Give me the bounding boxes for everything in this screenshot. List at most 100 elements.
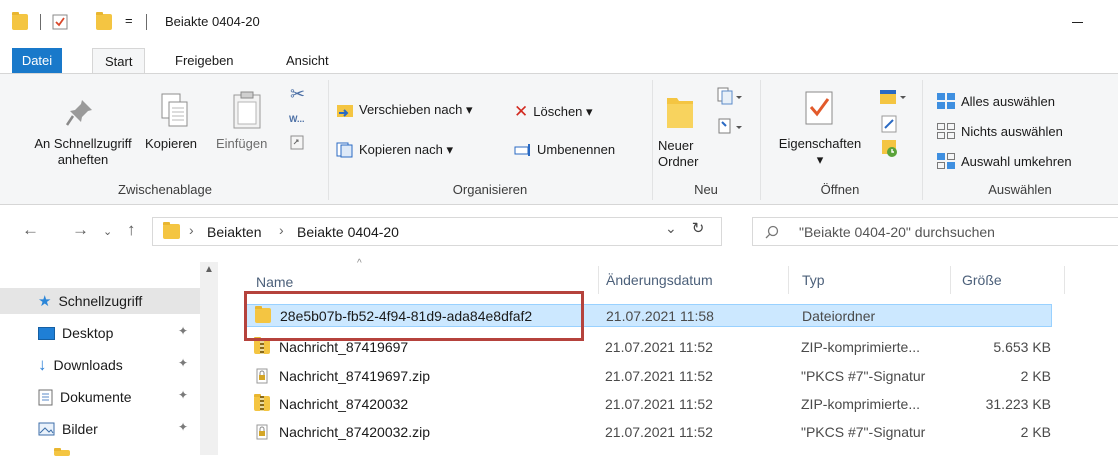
properties-check-icon[interactable]: [52, 14, 68, 30]
edit-icon[interactable]: [880, 114, 898, 134]
file-name: Nachricht_87419697: [279, 339, 409, 355]
file-size: 2 KB: [1020, 368, 1051, 384]
tab-start[interactable]: Start: [92, 48, 146, 75]
address-dropdown-icon[interactable]: ⌄: [665, 220, 677, 237]
column-divider[interactable]: [788, 266, 789, 294]
column-header-type[interactable]: Typ: [802, 272, 825, 288]
file-type: ZIP-komprimierte...: [801, 339, 921, 355]
nav-label: Schnellzugriff: [58, 293, 143, 309]
sort-indicator-icon: ^: [357, 258, 362, 269]
history-icon[interactable]: [880, 138, 898, 158]
forward-arrow-icon[interactable]: →: [72, 220, 89, 240]
file-date: 21.07.2021 11:52: [605, 396, 713, 412]
file-type: ZIP-komprimierte...: [801, 396, 921, 412]
select-none-button[interactable]: Nichts auswählen: [936, 122, 1063, 140]
file-type: "PKCS #7"-Signatur: [801, 368, 926, 384]
zipper: [260, 339, 264, 354]
breadcrumb-separator[interactable]: ›: [279, 222, 284, 238]
copy-folder-icon: [336, 142, 353, 158]
nav-item-documents[interactable]: Dokumente: [38, 386, 132, 408]
tab-view[interactable]: Ansicht: [274, 48, 341, 74]
pin-label-line2: anheften: [57, 152, 109, 167]
paste-button[interactable]: Einfügen: [216, 136, 267, 152]
column-header-name[interactable]: Name: [256, 274, 293, 290]
group-label-organize: Organisieren: [452, 182, 528, 197]
paste-icon: [233, 91, 261, 129]
file-row[interactable]: Nachricht_87420032.zip 21.07.2021 11:52 …: [244, 421, 1052, 444]
pin-icon[interactable]: ✦: [178, 356, 188, 370]
cut-icon[interactable]: ✂: [290, 84, 305, 105]
nav-scrollbar[interactable]: ▲: [200, 262, 218, 455]
properties-icon: [805, 91, 833, 125]
breadcrumb-separator[interactable]: ›: [189, 222, 194, 238]
back-arrow-icon[interactable]: ←: [22, 220, 39, 240]
desktop-icon: [38, 326, 55, 340]
pin-icon[interactable]: ✦: [178, 388, 188, 402]
search-input[interactable]: "Beiakte 0404-20" durchsuchen: [799, 224, 995, 240]
rename-button[interactable]: Umbenennen: [514, 142, 615, 157]
column-divider[interactable]: [950, 266, 951, 294]
pin-quick-access-button[interactable]: An Schnellzugriff anheften: [18, 136, 148, 168]
paste-shortcut-icon[interactable]: [290, 134, 304, 150]
new-folder-button[interactable]: Neuer Ordner: [658, 138, 698, 170]
column-divider[interactable]: [1064, 266, 1065, 294]
up-arrow-icon[interactable]: ↑: [127, 220, 136, 240]
column-header-size[interactable]: Größe: [962, 272, 1002, 288]
pin-label-line1: An Schnellzugriff: [34, 136, 132, 151]
properties-dropdown-icon: ▾: [816, 152, 824, 167]
copy-button[interactable]: Kopieren: [145, 136, 197, 152]
breadcrumb-beiakten[interactable]: Beiakten: [207, 224, 261, 240]
properties-label: Eigenschaften: [778, 136, 862, 151]
file-row[interactable]: Nachricht_87420032 21.07.2021 11:52 ZIP-…: [244, 393, 1052, 416]
file-type: Dateiordner: [802, 308, 876, 324]
new-item-icon[interactable]: [716, 86, 742, 106]
nav-item-quick-access[interactable]: ★ Schnellzugriff: [38, 290, 142, 312]
file-name: Nachricht_87420032: [279, 396, 409, 412]
group-label-select: Auswählen: [988, 182, 1052, 197]
search-box[interactable]: "Beiakte 0404-20" durchsuchen: [752, 217, 1118, 246]
nav-item-downloads[interactable]: ↓ Downloads: [38, 354, 123, 376]
search-icon: [765, 225, 779, 239]
pin-icon[interactable]: ✦: [178, 420, 188, 434]
delete-button[interactable]: ✕ Löschen ▾: [514, 102, 593, 122]
refresh-icon[interactable]: ↻: [685, 218, 711, 242]
open-icon[interactable]: [878, 88, 906, 106]
quick-access-dropdown[interactable]: =: [125, 13, 133, 28]
select-all-button[interactable]: Alles auswählen: [936, 92, 1055, 110]
copy-to-label: Kopieren nach ▾: [359, 142, 453, 157]
invert-selection-button[interactable]: Auswahl umkehren: [936, 152, 1072, 170]
copy-path-icon[interactable]: W...: [289, 114, 305, 124]
move-to-button[interactable]: Verschieben nach ▾: [336, 102, 473, 118]
nav-item-pictures[interactable]: Bilder: [38, 418, 98, 440]
breadcrumb-current[interactable]: Beiakte 0404-20: [297, 224, 399, 240]
address-bar[interactable]: › Beiakten › Beiakte 0404-20 ⌄: [152, 217, 722, 246]
easy-access-icon[interactable]: [716, 116, 742, 136]
properties-button[interactable]: Eigenschaften ▾: [770, 136, 870, 168]
column-divider[interactable]: [598, 266, 599, 294]
pin-icon[interactable]: ✦: [178, 324, 188, 338]
file-size: 5.653 KB: [993, 339, 1051, 355]
copy-to-button[interactable]: Kopieren nach ▾: [336, 142, 453, 158]
window-title: Beiakte 0404-20: [165, 14, 260, 29]
folder-icon: [12, 12, 28, 30]
column-header-date[interactable]: Änderungsdatum: [606, 272, 713, 288]
nav-item-desktop[interactable]: Desktop: [38, 322, 113, 344]
tab-share[interactable]: Freigeben: [163, 48, 246, 74]
delete-x-icon: ✕: [514, 102, 529, 121]
group-label-clipboard: Zwischenablage: [118, 182, 212, 197]
rename-label: Umbenennen: [537, 142, 616, 157]
scroll-up-icon[interactable]: ▲: [204, 264, 214, 275]
new-folder-icon: [667, 98, 693, 128]
recent-locations-icon[interactable]: ⌄: [103, 225, 112, 238]
tab-file[interactable]: Datei: [12, 48, 62, 74]
zipper: [260, 396, 264, 411]
minimize-button[interactable]: [1068, 12, 1088, 32]
divider: [40, 14, 41, 30]
file-date: 21.07.2021 11:52: [605, 339, 713, 355]
divider: [146, 14, 147, 30]
file-row[interactable]: Nachricht_87419697.zip 21.07.2021 11:52 …: [244, 365, 1052, 388]
move-to-label: Verschieben nach ▾: [359, 102, 473, 117]
new-folder-icon[interactable]: [96, 12, 112, 30]
signature-file-icon: [256, 424, 268, 440]
file-name: Nachricht_87419697.zip: [279, 368, 430, 384]
